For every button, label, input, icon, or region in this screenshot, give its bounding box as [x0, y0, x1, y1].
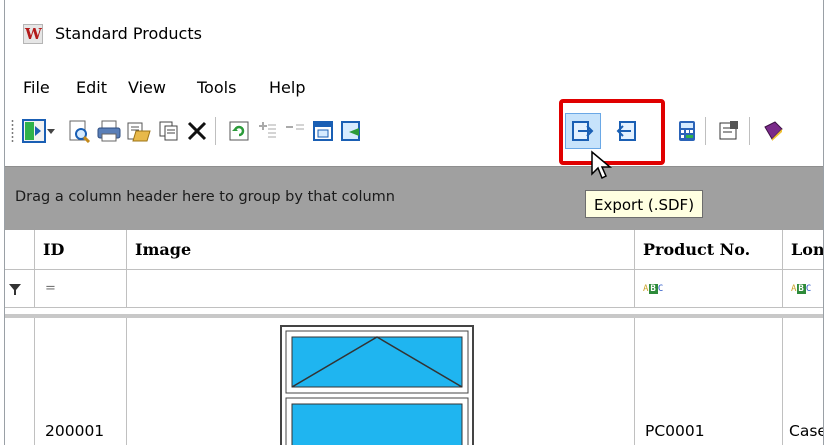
cell-id[interactable]: 200001 [35, 318, 127, 445]
row-indicator[interactable] [5, 318, 35, 445]
cell-product-no[interactable]: PC0001 [635, 318, 783, 445]
delete-icon[interactable] [181, 115, 213, 147]
column-header-long[interactable]: Lon [783, 230, 823, 270]
filter-equals-operator[interactable]: = [45, 281, 56, 296]
column-header-id[interactable]: ID [35, 230, 127, 270]
open-folder-icon[interactable] [123, 115, 155, 147]
menu-bar: File Edit View Tools Help [5, 72, 823, 102]
toolbar [5, 105, 823, 157]
menu-edit[interactable]: Edit [76, 78, 107, 97]
title-bar: W Standard Products [5, 0, 823, 64]
app-logo-icon: W [23, 24, 43, 44]
menu-file[interactable]: File [23, 78, 50, 97]
menu-tools[interactable]: Tools [197, 78, 236, 97]
export-tooltip: Export (.SDF) [585, 190, 704, 218]
group-by-hint: Drag a column header here to group by th… [15, 189, 395, 205]
toolbar-separator [749, 117, 750, 145]
app-window: W Standard Products File Edit View Tools… [4, 0, 824, 445]
filter-image[interactable] [127, 270, 635, 308]
window-title: Standard Products [55, 24, 202, 43]
column-header-image[interactable]: Image [127, 230, 635, 270]
filter-long[interactable]: ABC [783, 270, 823, 308]
book-icon[interactable] [757, 115, 789, 147]
toolbar-separator [215, 117, 216, 145]
filter-row-icon[interactable] [5, 270, 35, 308]
menu-help[interactable]: Help [269, 78, 305, 97]
toolbar-separator [705, 117, 706, 145]
filter-product-no[interactable]: ABC [635, 270, 783, 308]
settings-icon[interactable] [713, 115, 745, 147]
import-icon[interactable] [335, 115, 367, 147]
calculator-icon[interactable] [671, 115, 703, 147]
mouse-cursor-icon [591, 150, 613, 180]
toolbar-grip[interactable] [11, 119, 14, 143]
print-preview-icon[interactable] [63, 115, 95, 147]
text-filter-icon[interactable]: ABC [643, 283, 664, 294]
filter-id[interactable]: = [35, 270, 127, 308]
cell-long[interactable]: Case [783, 318, 823, 445]
dropdown-arrow-icon[interactable] [43, 115, 59, 147]
column-header-product-no[interactable]: Product No. [635, 230, 783, 270]
row-indicator-header [5, 230, 35, 270]
window-product-image [280, 325, 474, 445]
menu-view[interactable]: View [128, 78, 166, 97]
print-icon[interactable] [93, 115, 125, 147]
cell-image[interactable] [127, 318, 635, 445]
text-filter-icon[interactable]: ABC [791, 283, 812, 294]
